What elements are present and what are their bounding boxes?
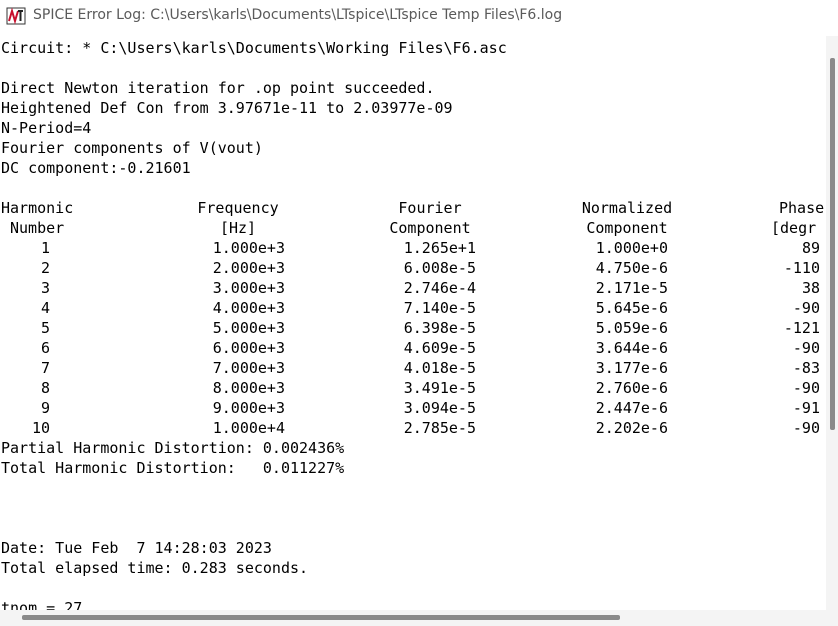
log-text-area[interactable]: Circuit: * C:\Users\karls\Documents\Work… (0, 36, 826, 610)
log-line: Circuit: * C:\Users\karls\Documents\Work… (1, 39, 507, 57)
table-cell: 9 (40, 399, 50, 417)
table-cell: 6.008e-5 (403, 259, 476, 277)
table-cell: 2.746e-4 (403, 279, 476, 297)
log-line: N-Period=4 (1, 119, 92, 137)
table-header: Normalized (581, 199, 673, 217)
log-line: Direct Newton iteration for .op point su… (1, 79, 435, 97)
table-cell: -90 (792, 299, 820, 317)
table-header: Fourier (398, 199, 462, 217)
table-header: Component (389, 219, 471, 237)
table-cell: 3.000e+3 (212, 279, 285, 297)
table-cell: 1 (40, 239, 50, 257)
total-harmonic-distortion: Total Harmonic Distortion: 0.011227% (1, 459, 345, 477)
title-bar[interactable]: SPICE Error Log: C:\Users\karls\Document… (0, 0, 838, 37)
table-cell: 2.785e-5 (403, 419, 476, 437)
ltspice-logo-icon (6, 7, 26, 25)
table-header: Harmonic (1, 199, 74, 217)
table-cell: 6.398e-5 (403, 319, 476, 337)
table-cell: 10 (31, 419, 50, 437)
table-cell: 8.000e+3 (212, 379, 285, 397)
table-cell: 3 (40, 279, 50, 297)
table-cell: 1.000e+4 (212, 419, 285, 437)
table-cell: 5 (40, 319, 50, 337)
table-cell: -91 (792, 399, 820, 417)
table-cell: 2 (40, 259, 50, 277)
table-header: [degr (771, 219, 817, 237)
log-line: Fourier components of V(vout) (1, 139, 263, 157)
scrollbar-corner (826, 610, 838, 626)
table-cell: 7.140e-5 (403, 299, 476, 317)
table-cell: 3.491e-5 (403, 379, 476, 397)
table-header: Component (586, 219, 668, 237)
table-cell: 4.000e+3 (212, 299, 285, 317)
window-title: SPICE Error Log: C:\Users\karls\Document… (33, 7, 563, 23)
partial-harmonic-distortion: Partial Harmonic Distortion: 0.002436% (1, 439, 345, 457)
elapsed-time: Total elapsed time: 0.283 seconds. (1, 559, 309, 577)
table-cell: 7 (40, 359, 50, 377)
table-cell: 8 (40, 379, 50, 397)
table-cell: 7.000e+3 (212, 359, 285, 377)
table-cell: -90 (792, 339, 820, 357)
spice-error-log-window: SPICE Error Log: C:\Users\karls\Document… (0, 0, 838, 626)
table-header: Number (10, 219, 65, 237)
log-line: tnom = 27 (1, 599, 83, 610)
table-header: [Hz] (219, 219, 257, 237)
table-header: Phase (779, 199, 825, 217)
table-cell: 89 (801, 239, 820, 257)
vertical-scrollbar-thumb[interactable] (830, 58, 835, 430)
table-cell: 9.000e+3 (212, 399, 285, 417)
table-cell: -110 (783, 259, 820, 277)
table-cell: -90 (792, 379, 820, 397)
table-header: Frequency (197, 199, 279, 217)
table-cell: 5.000e+3 (212, 319, 285, 337)
table-cell: 3.094e-5 (403, 399, 476, 417)
table-cell: 2.000e+3 (212, 259, 285, 277)
table-cell: -90 (792, 419, 820, 437)
table-cell: 38 (801, 279, 820, 297)
table-cell: 1.000e+3 (212, 239, 285, 257)
table-cell: 4.609e-5 (403, 339, 476, 357)
table-cell: 4.018e-5 (403, 359, 476, 377)
table-cell: 6 (40, 339, 50, 357)
table-cell: -121 (783, 319, 820, 337)
log-date: Date: Tue Feb 7 14:28:03 2023 (1, 539, 272, 557)
table-cell: -83 (792, 359, 820, 377)
table-cell: 1.265e+1 (403, 239, 476, 257)
log-line: DC component:-0.21601 (1, 159, 191, 177)
vertical-scrollbar[interactable] (826, 36, 838, 612)
table-cell: 4 (40, 299, 50, 317)
table-cell: 6.000e+3 (212, 339, 285, 357)
horizontal-scrollbar[interactable] (0, 610, 826, 626)
horizontal-scrollbar-thumb[interactable] (22, 615, 620, 620)
log-line: Heightened Def Con from 3.97671e-11 to 2… (1, 99, 453, 117)
